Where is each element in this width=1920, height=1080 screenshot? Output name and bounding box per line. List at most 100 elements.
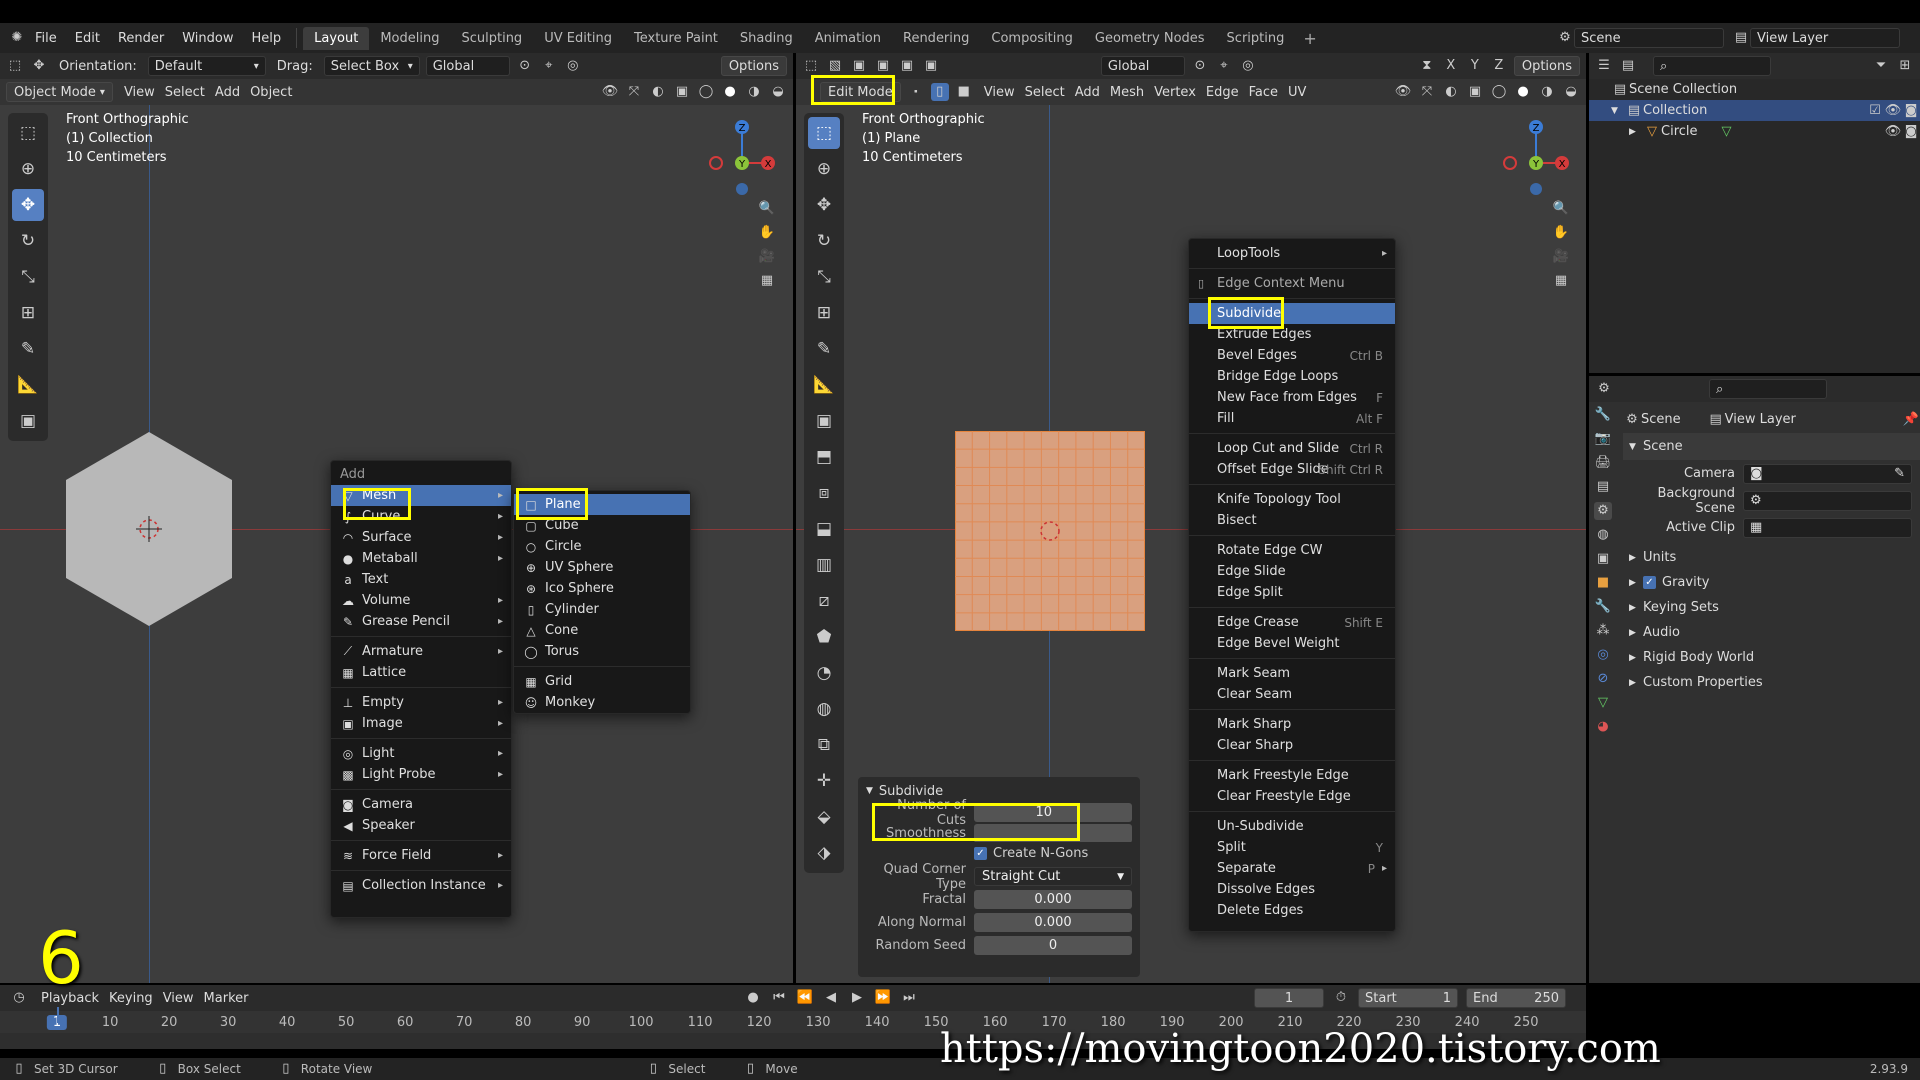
right-menu-uv[interactable]: UV <box>1283 85 1311 100</box>
rotate-tool-icon[interactable]: ↻ <box>808 225 840 257</box>
right-menu-view[interactable]: View <box>979 85 1020 100</box>
create-ngons-checkbox[interactable]: ✓ <box>974 847 987 860</box>
particles-tab-icon[interactable]: ⁂ <box>1594 622 1612 640</box>
object-mode-dropdown[interactable]: Object Mode ▾ <box>6 82 113 102</box>
current-frame-field[interactable]: 1 <box>1254 988 1324 1008</box>
add-menu-item-light-probe[interactable]: ▩ Light Probe ▸ <box>331 764 511 785</box>
shear-tool-icon[interactable]: ⬙ <box>808 801 840 833</box>
edge-menu-item-edge-slide[interactable]: Edge Slide <box>1189 561 1395 582</box>
end-frame-field[interactable]: End 250 <box>1466 988 1566 1008</box>
object-tab-icon[interactable]: ■ <box>1594 574 1612 592</box>
pin-icon[interactable]: 📌 <box>1902 411 1920 429</box>
annotate-tool-icon[interactable]: ✎ <box>12 333 44 365</box>
smooth-tool-icon[interactable]: ◍ <box>808 693 840 725</box>
drag-dropdown[interactable]: Select Box ▾ <box>323 56 420 76</box>
xray-icon[interactable]: ▣ <box>1466 83 1484 101</box>
panel-rigid-body-world[interactable]: ▶ Rigid Body World <box>1623 645 1920 670</box>
tab-layout[interactable]: Layout <box>303 26 370 50</box>
scale-tool-icon[interactable]: ⤡ <box>12 261 44 293</box>
fractal-field[interactable]: 0.000 <box>974 890 1132 909</box>
add-cube-tool-icon[interactable]: ▣ <box>12 405 44 437</box>
tab-animation[interactable]: Animation <box>804 27 892 50</box>
quad-corner-dropdown[interactable]: Straight Cut ▼ <box>974 867 1132 886</box>
play-reverse-icon[interactable]: ◀ <box>822 989 840 1007</box>
expand-icon[interactable]: ▼ <box>1611 106 1625 116</box>
stopwatch-icon[interactable]: ⏱ <box>1332 989 1350 1007</box>
gizmo-toggle-icon[interactable]: ⤧ <box>625 83 643 101</box>
proportional-edit-icon[interactable]: ◎ <box>564 57 582 75</box>
world-tab-icon[interactable]: ◍ <box>1594 526 1612 544</box>
active-clip-field[interactable]: ▦ <box>1743 517 1912 538</box>
edge-menu-item-offset-edge-slide[interactable]: Offset Edge Slide Shift Ctrl R <box>1189 459 1395 480</box>
add-menu-item-metaball[interactable]: ● Metaball ▸ <box>331 548 511 569</box>
measure-tool-icon[interactable]: 📐 <box>808 369 840 401</box>
face-select-icon[interactable]: ■ <box>955 83 973 101</box>
editor-type-icon[interactable]: ⚙ <box>1595 380 1613 398</box>
wireframe-shading-icon[interactable]: ◯ <box>1490 83 1508 101</box>
transform-orientation-dropdown[interactable]: Global <box>425 56 510 76</box>
tab-shading[interactable]: Shading <box>729 27 804 50</box>
cursor-tool-icon[interactable]: ⊕ <box>12 153 44 185</box>
right-menu-select[interactable]: Select <box>1020 85 1070 100</box>
menu-help[interactable]: Help <box>243 31 291 46</box>
mesh-item-cone[interactable]: △ Cone <box>514 620 690 641</box>
edge-menu-item-separate[interactable]: Separate P ▸ <box>1189 858 1395 879</box>
tool-tab-icon[interactable]: 🔧 <box>1594 406 1612 424</box>
edge-menu-item-rotate-edge-cw[interactable]: Rotate Edge CW <box>1189 540 1395 561</box>
add-menu-item-speaker[interactable]: ◀ Speaker <box>331 815 511 836</box>
panel-custom-properties[interactable]: ▶ Custom Properties <box>1623 670 1920 695</box>
camera-field[interactable]: ◙ ✎ <box>1743 463 1912 484</box>
add-cube-tool-icon[interactable]: ▣ <box>808 405 840 437</box>
edge-menu-item-mark-freestyle-edge[interactable]: Mark Freestyle Edge <box>1189 765 1395 786</box>
overlay-toggle-icon[interactable]: ◐ <box>1442 83 1460 101</box>
annotate-tool-icon[interactable]: ✎ <box>808 333 840 365</box>
options-dropdown[interactable]: Options <box>720 56 787 76</box>
scale-tool-icon[interactable]: ⤡ <box>808 261 840 293</box>
panel-gravity[interactable]: ▶ ✓ Gravity <box>1623 570 1920 595</box>
prev-key-icon[interactable]: ⏪ <box>796 989 814 1007</box>
material-shading-icon[interactable]: ◑ <box>1538 83 1556 101</box>
mesh-item-torus[interactable]: ◯ Torus <box>514 641 690 662</box>
xray-icon[interactable]: ▣ <box>673 83 691 101</box>
solid-shading-icon[interactable]: ● <box>1514 83 1532 101</box>
edge-menu-item-split[interactable]: Split Y <box>1189 837 1395 858</box>
outliner-search-input[interactable]: ⌕ <box>1653 56 1771 76</box>
pivot-icon[interactable]: ⊙ <box>1191 57 1209 75</box>
left-axis-gizmo[interactable]: Y Z X <box>692 113 782 203</box>
measure-tool-icon[interactable]: 📐 <box>12 369 44 401</box>
rip-tool-icon[interactable]: ⬗ <box>808 837 840 869</box>
transform-tool-icon[interactable]: ⊞ <box>12 297 44 329</box>
edge-menu-item-delete-edges[interactable]: Delete Edges <box>1189 900 1395 921</box>
modifier-tab-icon[interactable]: 🔧 <box>1594 598 1612 616</box>
add-menu-item-light[interactable]: ◎ Light ▸ <box>331 743 511 764</box>
edge-menu-item-clear-seam[interactable]: Clear Seam <box>1189 684 1395 705</box>
right-menu-face[interactable]: Face <box>1244 85 1283 100</box>
edge-menu-item-fill[interactable]: Fill Alt F <box>1189 408 1395 429</box>
gizmo-toggle-icon[interactable]: ⤧ <box>1418 83 1436 101</box>
shrink-fatten-tool-icon[interactable]: ✛ <box>808 765 840 797</box>
editor-type-icon[interactable]: ⬚ <box>6 57 24 75</box>
orientation-dropdown[interactable]: Default ▾ <box>147 56 266 76</box>
collection-row[interactable]: ▼ ▤ Collection ☑ 👁 ◙ <box>1589 100 1920 121</box>
add-menu-item-empty[interactable]: ⊥ Empty ▸ <box>331 692 511 713</box>
scene-panel-header[interactable]: ▼ Scene <box>1623 433 1920 460</box>
rendered-shading-icon[interactable]: ◒ <box>769 83 787 101</box>
add-menu-item-force-field[interactable]: ≋ Force Field ▸ <box>331 845 511 866</box>
mesh-item-cylinder[interactable]: ▯ Cylinder <box>514 599 690 620</box>
add-menu-item-surface[interactable]: ◠ Surface ▸ <box>331 527 511 548</box>
select-box-icon[interactable]: ▧ <box>826 57 844 75</box>
eye-icon[interactable]: 👁 <box>1884 123 1902 141</box>
physics-tab-icon[interactable]: ◎ <box>1594 646 1612 664</box>
solid-shading-icon[interactable]: ● <box>721 83 739 101</box>
rendered-shading-icon[interactable]: ◒ <box>1562 83 1580 101</box>
add-menu-item-camera[interactable]: ◙ Camera <box>331 794 511 815</box>
start-frame-field[interactable]: Start 1 <box>1358 988 1458 1008</box>
select-box-tool-icon[interactable]: ⬚ <box>12 117 44 149</box>
eyedropper-icon[interactable]: ✎ <box>1894 466 1905 481</box>
transform-tool-icon[interactable]: ⊞ <box>808 297 840 329</box>
knife-tool-icon[interactable]: ⧄ <box>808 585 840 617</box>
left-menu-select[interactable]: Select <box>160 85 210 100</box>
edge-menu-item-bridge-edge-loops[interactable]: Bridge Edge Loops <box>1189 366 1395 387</box>
edge-menu-item-edge-split[interactable]: Edge Split <box>1189 582 1395 603</box>
mesh-item-monkey[interactable]: ☺ Monkey <box>514 692 690 713</box>
